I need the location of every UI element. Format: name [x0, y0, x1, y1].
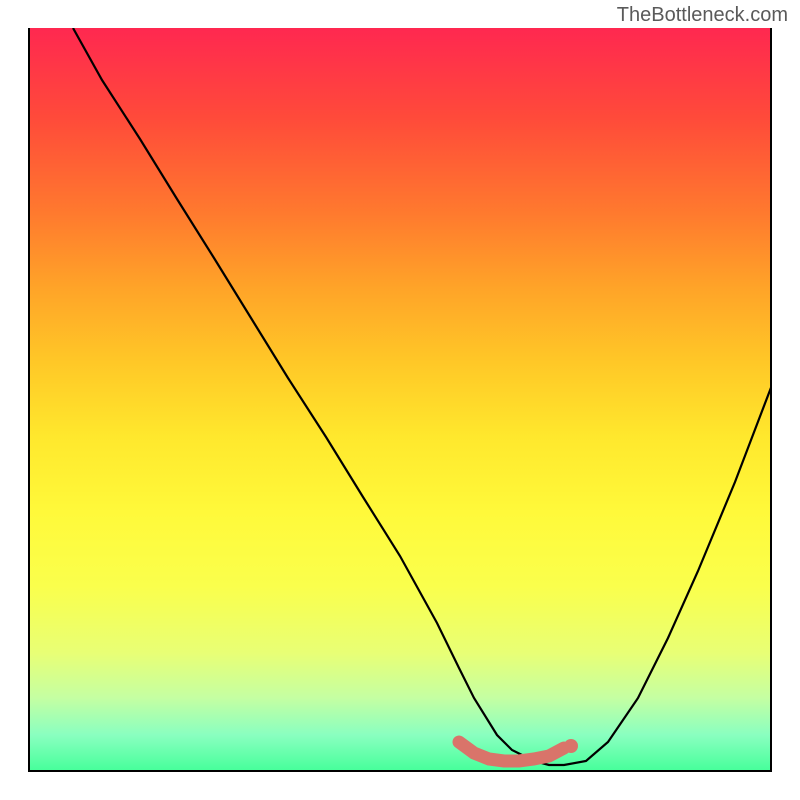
watermark-text: TheBottleneck.com — [617, 4, 788, 27]
chart-container: TheBottleneck.com — [0, 0, 800, 800]
plot-background — [28, 28, 772, 772]
